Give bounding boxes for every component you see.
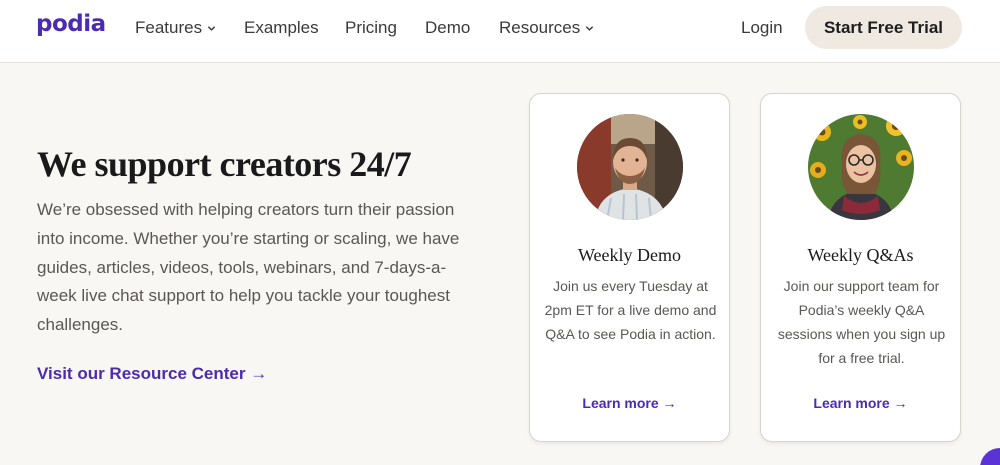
start-free-trial-button[interactable]: Start Free Trial <box>805 6 962 49</box>
nav-resources-label: Resources <box>499 18 581 37</box>
weekly-demo-card: Weekly Demo Join us every Tuesday at 2pm… <box>529 93 730 442</box>
nav-examples[interactable]: Examples <box>244 18 319 38</box>
weekly-qa-title: Weekly Q&As <box>807 245 914 265</box>
weekly-qa-text: Join our support team for Podia’s weekly… <box>777 278 946 366</box>
chevron-down-icon <box>207 25 216 31</box>
chat-widget-button[interactable] <box>980 448 1000 465</box>
resource-center-link[interactable]: Visit our Resource Center → <box>37 364 267 384</box>
nav-pricing-label: Pricing <box>345 18 397 37</box>
demo-host-avatar <box>577 114 683 220</box>
hero-description: We’re obsessed with helping creators tur… <box>37 200 460 335</box>
chevron-down-icon <box>586 25 594 31</box>
podia-logo[interactable]: podia <box>36 11 106 37</box>
top-navbar: podia Features Examples Pricing Demo Res… <box>0 0 1000 63</box>
nav-demo[interactable]: Demo <box>425 18 470 38</box>
weekly-demo-title: Weekly Demo <box>577 245 682 265</box>
qa-host-avatar <box>808 114 914 220</box>
nav-pricing[interactable]: Pricing <box>345 18 397 38</box>
nav-demo-label: Demo <box>425 18 471 37</box>
nav-features[interactable]: Features <box>135 18 216 38</box>
weekly-demo-learn-more-link[interactable]: Learn more → <box>530 395 729 411</box>
weekly-qa-card: Weekly Q&As Join our support team for Po… <box>760 93 961 442</box>
nav-examples-label: Examples <box>244 18 319 37</box>
weekly-demo-text: Join us every Tuesday at 2pm ET for a li… <box>544 278 717 342</box>
hero-title: We support creators 24/7 <box>37 144 412 184</box>
weekly-qa-learn-more-link[interactable]: Learn more → <box>761 395 960 411</box>
login-link[interactable]: Login <box>741 18 783 38</box>
nav-resources[interactable]: Resources <box>499 18 594 38</box>
nav-features-label: Features <box>135 18 203 37</box>
